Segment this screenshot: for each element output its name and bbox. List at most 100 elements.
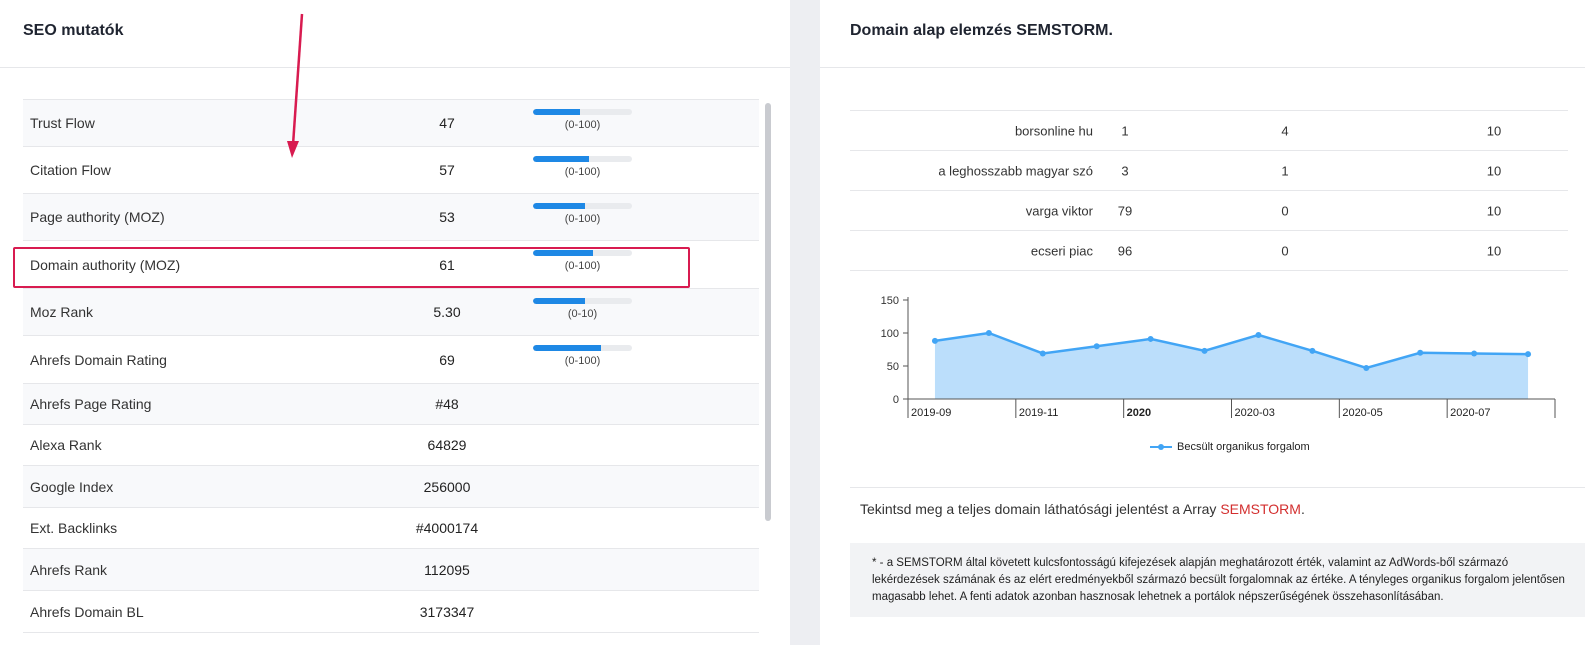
progress-track [533,203,632,209]
legend-swatch [1150,444,1172,450]
progress-track [533,298,632,304]
keyword-metric-cell: 10 [1486,163,1502,178]
seo-row: Alexa Rank 64829 [23,425,759,466]
y-tick-label: 100 [881,328,899,340]
metric-value: 69 [439,351,455,368]
keyword-metric-cell: 10 [1486,203,1502,218]
domain-panel: Domain alap elemzés SEMSTORM. borsonline… [820,0,1585,645]
progress-track [533,345,632,351]
seo-metrics-table: Trust Flow 47 (0-100) Citation Flow 57 (0-100… [23,99,759,633]
metric-progress: (0-100) [533,203,632,225]
progress-track [533,156,632,162]
metric-progress: (0-100) [533,109,632,131]
metric-progress: (0-100) [533,156,632,178]
metric-value: 112095 [424,561,470,578]
metric-label: Moz Rank [30,304,94,320]
seo-row: Page authority (MOZ) 53 (0-100) [23,194,759,241]
keyword-table: borsonline hu 1 4 10 a leghosszabb magyar sz… [850,110,1568,271]
data-point [1363,364,1370,371]
keyword-cell: ecseri piac [1030,243,1093,258]
metric-value: #4000174 [415,520,479,536]
keyword-row: a leghosszabb magyar szó 3 1 10 [850,151,1568,191]
x-tick-label: 2019-09 [911,407,951,419]
keyword-cell: a leghosszabb magyar szó [938,163,1093,178]
metric-label: Ahrefs Domain Rating [30,351,167,368]
keyword-metric-cell: 10 [1486,243,1502,258]
traffic-chart: 0 50 100 150 2019-09 2019-11 2020 2020-03 2020-0… [881,295,1556,419]
progress-range: (0-100) [564,355,601,367]
data-point [1201,347,1208,354]
data-point [985,330,992,336]
domain-panel-title: Domain alap elemzés SEMSTORM. [850,22,1113,39]
annotation-arrow-icon [287,13,304,158]
semstorm-link[interactable]: SEMSTORM [1220,501,1301,517]
keyword-metric-cell: 0 [1281,203,1289,218]
metric-value: 3173347 [419,603,475,620]
data-point [1471,350,1478,357]
progress-range: (0-100) [564,213,601,225]
keyword-metric-cell: 79 [1117,203,1133,218]
progress-fill [533,156,590,162]
report-text: Tekintsd meg a teljes domain láthatósági… [860,501,1305,517]
seo-row: Ahrefs Rank 112095 [23,549,759,591]
metric-value: 5.30 [433,304,461,320]
metric-value: 64829 [427,437,467,453]
keyword-metric-cell: 1 [1121,123,1129,138]
seo-panel: SEO mutatók Trust Flow 47 (0-100) Citation … [0,0,790,645]
data-point [1093,343,1100,350]
data-point [1039,350,1046,357]
x-tick-label: 2020-03 [1235,407,1275,419]
footnote-box: * - a SEMSTORM által követett kulcsfonto… [850,543,1585,617]
metric-label: Google Index [30,478,114,495]
header-divider [820,67,1585,68]
progress-track [533,109,632,115]
seo-row: Moz Rank 5.30 (0-10) [23,289,759,336]
progress-fill [533,345,602,351]
report-text-body: Tekintsd meg a teljes domain láthatósági… [860,501,1221,517]
seo-row: Google Index 256000 [23,466,759,508]
y-tick-label: 150 [881,295,899,307]
keyword-metric-cell: 1 [1281,163,1289,178]
keyword-row: varga viktor 79 0 10 [850,191,1568,231]
report-text-end: . [1300,501,1305,517]
metric-progress: (0-10) [533,298,632,320]
keyword-row: ecseri piac 96 0 10 [850,231,1568,271]
metric-value: 47 [439,115,455,131]
legend-label: Becsült organikus forgalom [1177,441,1310,453]
y-tick-label: 50 [887,361,899,373]
x-tick-label: 2019-11 [1019,407,1059,419]
progress-fill [533,298,586,304]
data-point [1147,335,1154,342]
highlight-box [13,247,690,288]
data-point [1525,351,1532,358]
progress-fill [533,109,580,115]
metric-label: Ahrefs Domain BL [30,603,144,620]
seo-row: Ext. Backlinks #4000174 [23,508,759,549]
x-tick-label: 2020-07 [1450,407,1490,419]
seo-row: Ahrefs Domain BL 3173347 [23,591,759,633]
y-tick-label: 0 [893,394,899,406]
data-point [1309,347,1316,354]
metric-value: 256000 [423,478,471,495]
progress-fill [533,203,586,209]
progress-range: (0-10) [567,308,598,320]
keyword-metric-cell: 10 [1486,123,1502,138]
x-tick-label: 2020 [1127,407,1151,419]
keyword-row: borsonline hu 1 4 10 [850,111,1568,151]
scrollbar-thumb[interactable] [765,103,771,521]
metric-label: Ext. Backlinks [30,520,118,536]
keyword-metric-cell: 4 [1281,123,1289,138]
seo-row: Ahrefs Domain Rating 69 (0-100) [23,336,759,384]
keyword-cell: varga viktor [1025,203,1093,218]
metric-label: Ahrefs Rank [30,561,108,578]
data-point [1255,331,1262,338]
metric-value: 53 [439,209,455,225]
progress-range: (0-100) [564,119,601,131]
chart-legend[interactable]: Becsült organikus forgalom [1150,441,1310,453]
x-tick-label: 2020-05 [1342,407,1382,419]
keyword-metric-cell: 96 [1117,243,1133,258]
seo-row: Ahrefs Page Rating #48 [23,384,759,425]
metric-progress: (0-100) [533,345,632,367]
metric-value: #48 [435,396,459,412]
keyword-cell: borsonline hu [1014,123,1093,138]
